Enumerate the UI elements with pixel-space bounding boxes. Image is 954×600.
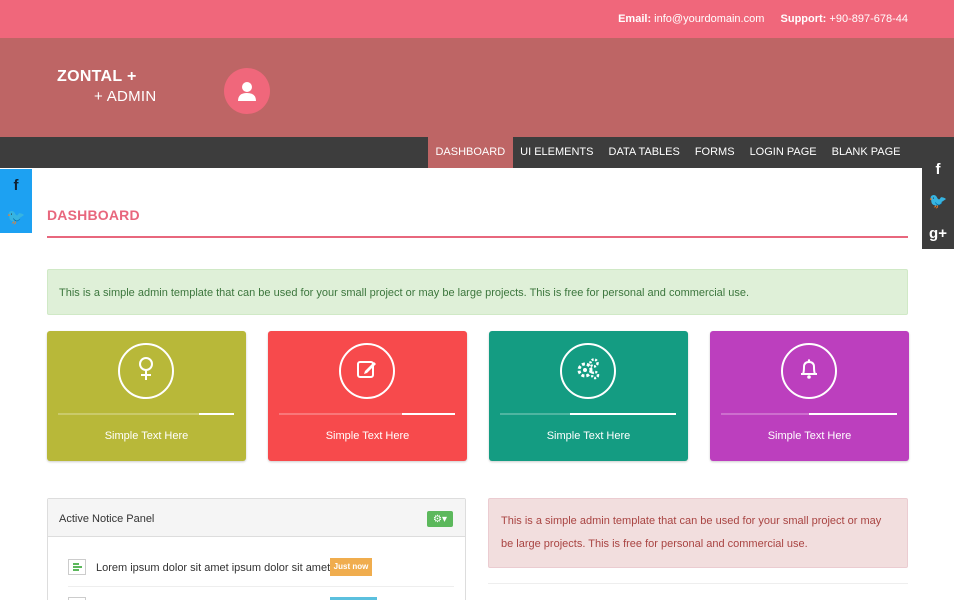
card-progress-bar — [721, 413, 897, 415]
facebook-share-button[interactable]: f — [0, 169, 32, 201]
main-navbar: DASHBOARD UI ELEMENTS DATA TABLES FORMS LOGI… — [0, 137, 954, 168]
nav-item-data-tables[interactable]: DATA TABLES — [601, 137, 687, 168]
card-progress-bar — [58, 413, 234, 415]
page-title: DASHBOARD — [47, 207, 140, 223]
logo[interactable]: ZONTAL + + ADMIN — [57, 67, 157, 107]
section-divider — [488, 583, 908, 584]
social-left-bar: f 🐦 — [0, 169, 32, 233]
card-progress-fill — [809, 413, 897, 415]
card-progress-fill — [198, 413, 234, 415]
card-icon-circle — [118, 343, 174, 399]
stat-card[interactable]: Simple Text Here — [489, 331, 688, 461]
twitter-icon: 🐦 — [928, 193, 948, 210]
edit-icon — [355, 357, 379, 386]
notice-item[interactable]: Lorem ipsum dolor sit amet ipsum dolor s… — [68, 557, 454, 587]
twitter-icon: 🐦 — [6, 209, 26, 226]
social-right-bar: f 🐦 g+ — [922, 153, 954, 249]
email-label: Email: — [618, 13, 652, 25]
danger-alert: This is a simple admin template that can… — [488, 498, 908, 568]
success-alert: This is a simple admin template that can… — [47, 269, 908, 315]
card-progress-fill — [570, 413, 676, 415]
nav-item-blank-page[interactable]: BLANK PAGE — [824, 137, 908, 168]
logo-line-2: + ADMIN — [94, 88, 157, 105]
facebook-share-button[interactable]: f — [922, 153, 954, 185]
list-icon — [68, 559, 86, 575]
facebook-icon: f — [13, 176, 19, 194]
twitter-share-button[interactable]: 🐦 — [0, 201, 32, 233]
nav-item-forms[interactable]: FORMS — [687, 137, 742, 168]
female-icon — [134, 356, 158, 387]
top-contact-bar: Email: info@yourdomain.com Support: +90-… — [0, 0, 954, 38]
stat-card[interactable]: Simple Text Here — [710, 331, 909, 461]
logo-line-1: ZONTAL + — [57, 68, 137, 85]
gear-icon: ⚙▾ — [433, 513, 447, 525]
notice-panel: Active Notice Panel ⚙▾ Lorem ipsum dolor… — [47, 498, 466, 600]
card-icon-circle — [339, 343, 395, 399]
settings-dropdown-button[interactable]: ⚙▾ — [427, 511, 453, 527]
support-value: +90-897-678-44 — [829, 13, 908, 25]
title-divider — [47, 236, 908, 238]
notice-panel-header: Active Notice Panel ⚙▾ — [48, 499, 465, 537]
nav-item-login-page[interactable]: LOGIN PAGE — [742, 137, 824, 168]
header: ZONTAL + + ADMIN — [0, 38, 954, 137]
nav-menu: DASHBOARD UI ELEMENTS DATA TABLES FORMS LOGI… — [427, 137, 908, 168]
card-progress-fill — [402, 413, 455, 415]
card-label: Simple Text Here — [325, 430, 410, 442]
stat-card[interactable]: Simple Text Here — [47, 331, 246, 461]
user-avatar[interactable] — [224, 68, 270, 114]
stat-card[interactable]: Simple Text Here — [268, 331, 467, 461]
time-badge: Just now — [330, 558, 372, 576]
card-progress-bar — [500, 413, 676, 415]
email-value[interactable]: info@yourdomain.com — [654, 13, 764, 25]
card-label: Simple Text Here — [104, 430, 189, 442]
notice-panel-title: Active Notice Panel — [59, 513, 155, 525]
notice-text: Lorem ipsum dolor sit amet ipsum dolor s… — [96, 562, 331, 574]
gears-icon — [575, 357, 601, 386]
google-plus-icon: g+ — [929, 224, 947, 242]
contact-info: Email: info@yourdomain.com Support: +90-… — [618, 13, 908, 25]
support-label: Support: — [780, 13, 827, 25]
user-icon — [238, 82, 256, 101]
card-label: Simple Text Here — [546, 430, 631, 442]
facebook-icon: f — [935, 160, 941, 178]
nav-item-ui-elements[interactable]: UI ELEMENTS — [513, 137, 601, 168]
bell-icon — [797, 357, 821, 386]
card-label: Simple Text Here — [767, 430, 852, 442]
card-icon-circle — [560, 343, 616, 399]
nav-item-dashboard[interactable]: DASHBOARD — [427, 137, 513, 168]
card-icon-circle — [781, 343, 837, 399]
twitter-share-button[interactable]: 🐦 — [922, 185, 954, 217]
card-progress-bar — [279, 413, 455, 415]
google-plus-share-button[interactable]: g+ — [922, 217, 954, 249]
